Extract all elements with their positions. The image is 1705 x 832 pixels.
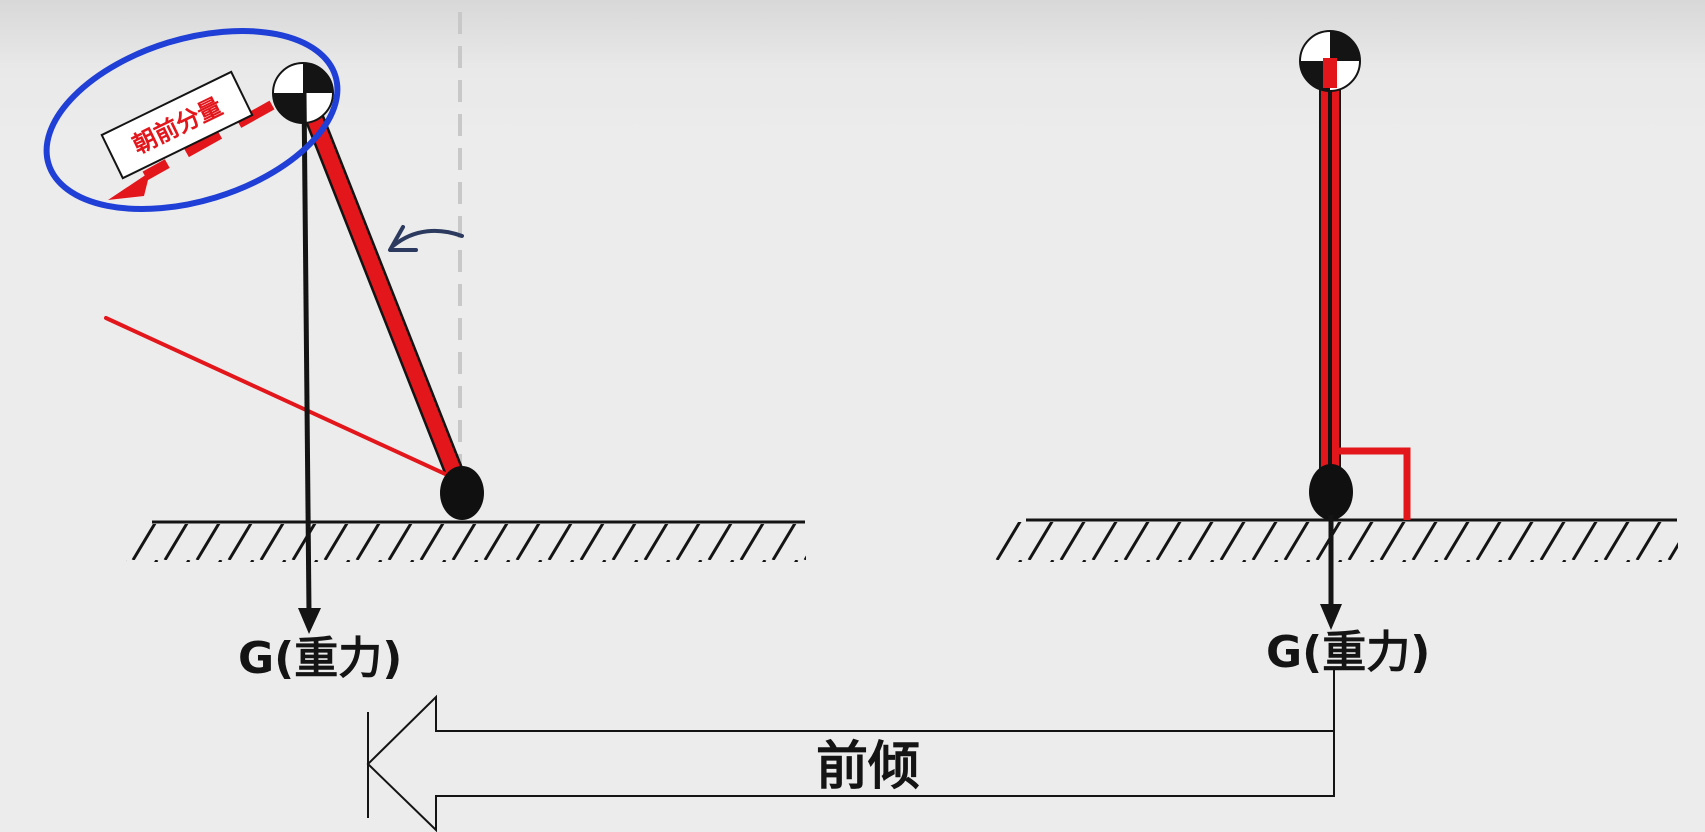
forward-component-label-box: 朝前分量 bbox=[100, 70, 254, 180]
right-center-of-mass-icon bbox=[1299, 30, 1361, 92]
lean-forward-arrow: 前倾 bbox=[366, 670, 1335, 832]
left-pivot-joint bbox=[440, 466, 484, 520]
right-gravity-label: G(重力) bbox=[1266, 627, 1430, 678]
lean-forward-label: 前倾 bbox=[816, 737, 920, 797]
diagram-canvas: G(重力) 朝前分量 G(重力) 前倾 bbox=[0, 0, 1705, 832]
diagram-svg: G(重力) 朝前分量 G(重力) 前倾 bbox=[43, 12, 1678, 832]
left-ground bbox=[126, 520, 806, 562]
left-rotation-arrow-icon bbox=[388, 225, 464, 252]
right-ground bbox=[994, 518, 1678, 562]
right-pivot-joint bbox=[1309, 464, 1353, 520]
left-figure: G(重力) 朝前分量 bbox=[43, 12, 806, 684]
left-tilted-rod-fill bbox=[296, 84, 470, 500]
left-gravity-label: G(重力) bbox=[238, 633, 402, 684]
right-figure: G(重力) bbox=[994, 30, 1678, 678]
